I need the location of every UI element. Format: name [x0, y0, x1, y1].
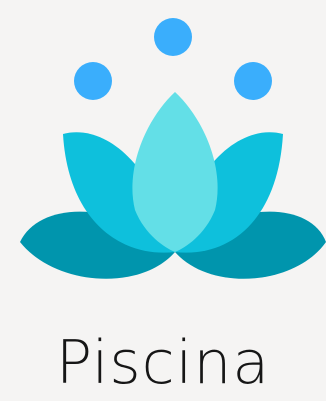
center-petal [132, 92, 218, 252]
right-drop [234, 62, 272, 100]
left-drop [74, 62, 112, 100]
lotus-logo-icon [20, 18, 326, 279]
app-title: Piscina [55, 328, 271, 398]
top-drop [154, 18, 192, 56]
